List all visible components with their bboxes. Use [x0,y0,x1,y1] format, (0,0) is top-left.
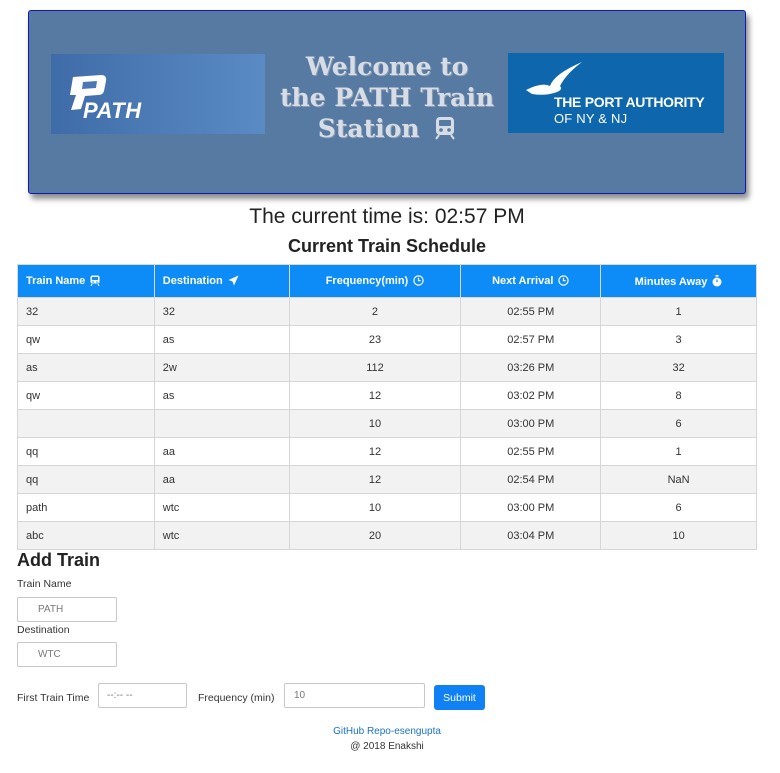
cell-destination: wtc [153,493,290,522]
cell-minutes-away: NaN [600,465,757,494]
train-icon [90,275,100,286]
cell-next-arrival: 02:54 PM [460,465,602,494]
current-time: The current time is: 02:57 PM [249,205,525,228]
cell-next-arrival: 03:02 PM [460,381,602,410]
first-train-time-input[interactable]: --:-- -- [98,683,187,708]
copyright-text: @ 2018 Enakshi [350,741,424,752]
cell-next-arrival: 03:04 PM [460,521,602,550]
clock-icon [558,275,570,286]
cell-frequency: 12 [288,381,462,410]
cell-frequency: 10 [288,409,462,438]
table-row: as 2w 112 03:26 PM 32 [17,353,757,382]
frequency-input[interactable]: 10 [284,683,425,708]
cell-train-name: qq [17,437,155,466]
cell-destination: wtc [153,521,290,550]
cell-minutes-away: 1 [600,437,757,466]
clock-icon [413,275,424,286]
cell-frequency: 2 [288,297,462,326]
cell-destination: 32 [153,297,290,326]
train-name-placeholder: PATH [38,604,64,615]
path-logo-text: PATH [83,98,142,123]
paper-plane-icon [228,275,239,286]
cell-minutes-away: 10 [600,521,757,550]
frequency-placeholder: 10 [294,690,306,701]
port-authority-name: THE PORT AUTHORITY [554,94,705,110]
cell-train-name: qw [17,381,155,410]
column-header-destination: Destination [153,264,290,298]
cell-next-arrival: 02:55 PM [460,437,602,466]
train-name-label: Train Name [17,578,72,590]
submit-button[interactable]: Submit [434,685,485,710]
welcome-heading: Welcome to the PATH Train Station [279,51,495,144]
cell-minutes-away: 1 [600,297,757,326]
cell-frequency: 12 [288,437,462,466]
cell-train-name [17,409,155,438]
cell-next-arrival: 03:00 PM [460,493,602,522]
column-header-train-name: Train Name [17,264,155,298]
cell-destination: 2w [153,353,290,382]
table-row: qw as 23 02:57 PM 3 [17,325,757,354]
cell-destination: as [153,325,290,354]
column-header-next-arrival: Next Arrival [460,264,602,298]
cell-minutes-away: 32 [600,353,757,382]
cell-minutes-away: 3 [600,325,757,354]
cell-minutes-away: 8 [600,381,757,410]
column-header-frequency: Frequency(min) [288,264,462,298]
cell-train-name: abc [17,521,155,550]
cell-destination: aa [153,465,290,494]
path-logo: PATH [51,54,265,134]
stopwatch-icon [712,274,722,286]
destination-label: Destination [17,624,70,636]
first-train-time-placeholder: --:-- -- [107,690,133,701]
cell-frequency: 10 [288,493,462,522]
table-row: path wtc 10 03:00 PM 6 [17,493,757,522]
first-train-time-label: First Train Time [17,692,90,704]
add-train-title: Add Train [17,550,101,570]
port-authority-logo: THE PORT AUTHORITY OF NY & NJ [508,53,724,133]
destination-placeholder: WTC [38,649,61,660]
cell-frequency: 12 [288,465,462,494]
github-repo-link[interactable]: GitHub Repo-esengupta [0,726,774,737]
table-row: abc wtc 20 03:04 PM 10 [17,521,757,550]
cell-destination [153,409,290,438]
cell-train-name: 32 [17,297,155,326]
cell-next-arrival: 03:00 PM [460,409,602,438]
cell-destination: as [153,381,290,410]
cell-frequency: 20 [288,521,462,550]
column-header-minutes-away: Minutes Away [600,264,757,298]
cell-train-name: path [17,493,155,522]
train-schedule-table: Train Name Destination Frequency(min) Ne… [17,264,757,550]
table-row: qq aa 12 02:55 PM 1 [17,437,757,466]
table-body: 32 32 2 02:55 PM 1 qw as 23 02:57 PM 3 as 2w 112 03:2… [17,297,757,550]
destination-input[interactable]: WTC [17,642,117,667]
port-authority-region: OF NY & NJ [554,111,628,126]
frequency-label: Frequency (min) [198,692,275,704]
cell-train-name: qq [17,465,155,494]
table-row: 10 03:00 PM 6 [17,409,757,438]
train-name-input[interactable]: PATH [17,597,117,622]
cell-frequency: 112 [288,353,462,382]
cell-train-name: as [17,353,155,382]
cell-minutes-away: 6 [600,409,757,438]
table-row: 32 32 2 02:55 PM 1 [17,297,757,326]
cell-train-name: qw [17,325,155,354]
welcome-text: Welcome to the PATH Train Station [279,52,495,143]
header-banner: PATH Welcome to the PATH Train Station T… [28,10,746,194]
train-icon [435,117,456,140]
table-row: qw as 12 03:02 PM 8 [17,381,757,410]
cell-minutes-away: 6 [600,493,757,522]
cell-destination: aa [153,437,290,466]
table-header-row: Train Name Destination Frequency(min) Ne… [17,264,757,298]
schedule-title: Current Train Schedule [287,236,487,256]
table-row: qq aa 12 02:54 PM NaN [17,465,757,494]
cell-next-arrival: 03:26 PM [460,353,602,382]
cell-next-arrival: 02:57 PM [460,325,602,354]
cell-frequency: 23 [288,325,462,354]
cell-next-arrival: 02:55 PM [460,297,602,326]
